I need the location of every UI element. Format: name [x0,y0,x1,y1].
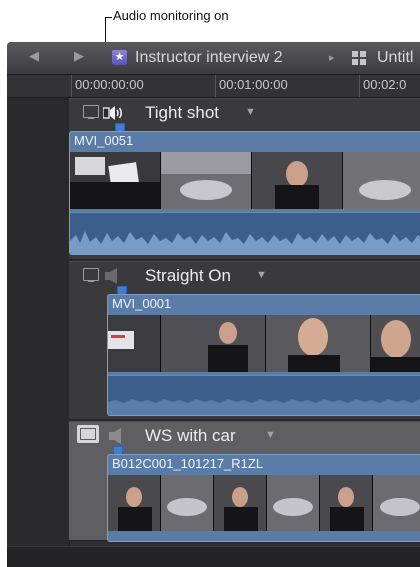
clip-thumbnails [108,315,420,372]
clip-mvi-0051[interactable]: MVI_0051 [69,131,420,255]
grid-icon [352,51,366,65]
clip-thumbnails [70,152,420,209]
ruler-timecode: 00:00:00:00 [75,77,144,92]
clip-filmstrip [70,152,420,209]
waveform-graphic [108,399,420,415]
ruler-tick [71,75,72,97]
callout-leader-top [105,17,112,18]
video-monitor-icon[interactable] [77,425,99,443]
audio-waveform [70,212,420,254]
audition-label: WS with car [145,426,236,445]
forward-arrow-icon[interactable]: ▶ [72,49,86,63]
audition-label: Tight shot [145,103,220,122]
audio-monitoring-off-icon[interactable] [105,268,127,284]
ruler-tick [215,75,216,97]
clip-name: B012C001_101217_R1ZL [112,456,264,471]
audition-straight-on[interactable]: Straight On ▼ MVI_0001 [69,261,420,420]
video-monitor-icon[interactable] [83,268,99,282]
breadcrumb-separator: ▸ [329,52,335,64]
clip-name: MVI_0001 [112,296,172,311]
timeline-bottom-bar [7,546,420,567]
clip-filmstrip [108,475,420,531]
back-arrow-icon[interactable]: ◀ [27,49,41,63]
audition-label: Straight On [145,266,231,285]
star-project-icon: ★ [112,50,127,65]
waveform-graphic [70,231,420,254]
audition-tight-shot[interactable]: Tight shot ▼ MVI_0051 [69,98,420,260]
audio-monitoring-on-icon[interactable] [103,105,125,121]
audio-waveform [108,375,420,415]
audition-dropdown-arrow[interactable]: ▼ [265,429,276,441]
video-monitor-icon[interactable] [83,105,99,119]
audio-monitoring-off-icon[interactable] [109,428,131,444]
timeline-left-gutter [7,98,70,547]
audition-dropdown-arrow[interactable]: ▼ [256,269,267,281]
ruler-timecode: 00:01:00:00 [219,77,288,92]
ruler-tick [359,75,360,97]
clip-b012c001[interactable]: B012C001_101217_R1ZL [107,454,420,542]
callout-label: Audio monitoring on [113,8,229,23]
clip-thumbnails [108,475,420,531]
clip-mvi-0001[interactable]: MVI_0001 [107,294,420,416]
timeline-titlebar: ◀ ▶ ★ Instructor interview 2 ▸ Untitl [7,42,420,75]
project-title[interactable]: Instructor interview 2 [135,49,283,67]
timecode-ruler[interactable]: 00:00:00:00 00:01:00:00 00:02:0 [7,75,420,98]
audition-dropdown-arrow[interactable]: ▼ [245,106,256,118]
ruler-timecode: 00:02:0 [363,77,407,92]
audition-ws-with-car[interactable]: WS with car ▼ B012C001_101217_R1ZL [69,421,420,542]
second-project-tab[interactable]: Untitl [377,49,413,67]
clip-filmstrip [108,315,420,372]
clip-name: MVI_0051 [74,133,134,148]
timeline-window: ◀ ▶ ★ Instructor interview 2 ▸ Untitl 00… [7,42,420,567]
